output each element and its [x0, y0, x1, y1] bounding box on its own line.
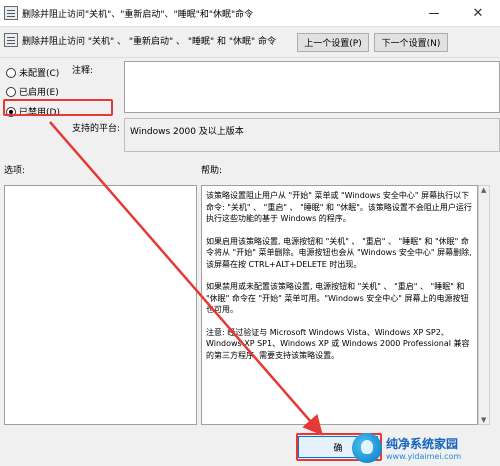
help-paragraph: 如果启用该策略设置, 电源按钮和 "关机" 、 "重启" 、 "睡眠" 和 "休…	[206, 236, 472, 269]
comment-label: 注释:	[72, 66, 94, 76]
highlight-box-disabled	[3, 99, 113, 116]
radio-circle[interactable]	[6, 86, 16, 97]
watermark-logo-icon	[352, 433, 382, 463]
window-title: 删除并阻止访问"关机"、"重新启动"、"睡眠"和"休眠"命令	[22, 10, 254, 20]
help-scrollbar[interactable]: ▲ ▼	[478, 185, 490, 425]
radio-label: 已启用(E)	[19, 88, 59, 98]
title-bar: 删除并阻止访问"关机"、"重新启动"、"睡眠"和"休眠"命令 ✕	[0, 0, 500, 27]
scroll-down-icon[interactable]: ▼	[481, 416, 486, 424]
radio-circle[interactable]	[6, 67, 16, 78]
options-panel	[4, 185, 197, 425]
radio-not-configured[interactable]: 未配置(C)	[6, 66, 59, 79]
radio-label: 未配置(C)	[19, 69, 60, 79]
help-panel: 该策略设置阻止用户从 "开始" 菜单或 "Windows 安全中心" 屏幕执行以…	[201, 185, 478, 425]
options-label: 选项:	[4, 166, 26, 176]
policy-icon	[4, 6, 18, 20]
scroll-up-icon[interactable]: ▲	[481, 186, 486, 194]
help-paragraph: 如果禁用或未配置该策略设置, 电源按钮和 "关机" 、 "重启" 、 "睡眠" …	[206, 282, 469, 314]
policy-name: 删除并阻止访问 "关机" 、 "重新启动" 、 "睡眠" 和 "休眠" 命令	[22, 37, 277, 47]
platform-label: 支持的平台:	[72, 124, 121, 134]
comment-field[interactable]	[124, 61, 500, 113]
policy-setting-icon	[4, 33, 18, 47]
watermark: 纯净系统家园 www.yidaimei.com	[352, 430, 500, 466]
watermark-title: 纯净系统家园	[386, 437, 459, 451]
close-button[interactable]: ✕	[456, 0, 500, 27]
minimize-icon	[429, 13, 439, 14]
help-paragraph: 注意: 经过验证与 Microsoft Windows Vista、Window…	[206, 327, 470, 360]
previous-setting-button[interactable]: 上一个设置(P)	[297, 33, 369, 52]
next-setting-button[interactable]: 下一个设置(N)	[374, 33, 448, 52]
minimize-button[interactable]	[412, 0, 456, 27]
watermark-url: www.yidaimei.com	[386, 452, 462, 461]
header-divider	[0, 57, 500, 58]
help-paragraph: 该策略设置阻止用户从 "开始" 菜单或 "Windows 安全中心" 屏幕执行以…	[206, 191, 472, 223]
help-label: 帮助:	[201, 166, 223, 176]
platform-field: Windows 2000 及以上版本	[124, 118, 500, 152]
radio-enabled[interactable]: 已启用(E)	[6, 85, 59, 98]
